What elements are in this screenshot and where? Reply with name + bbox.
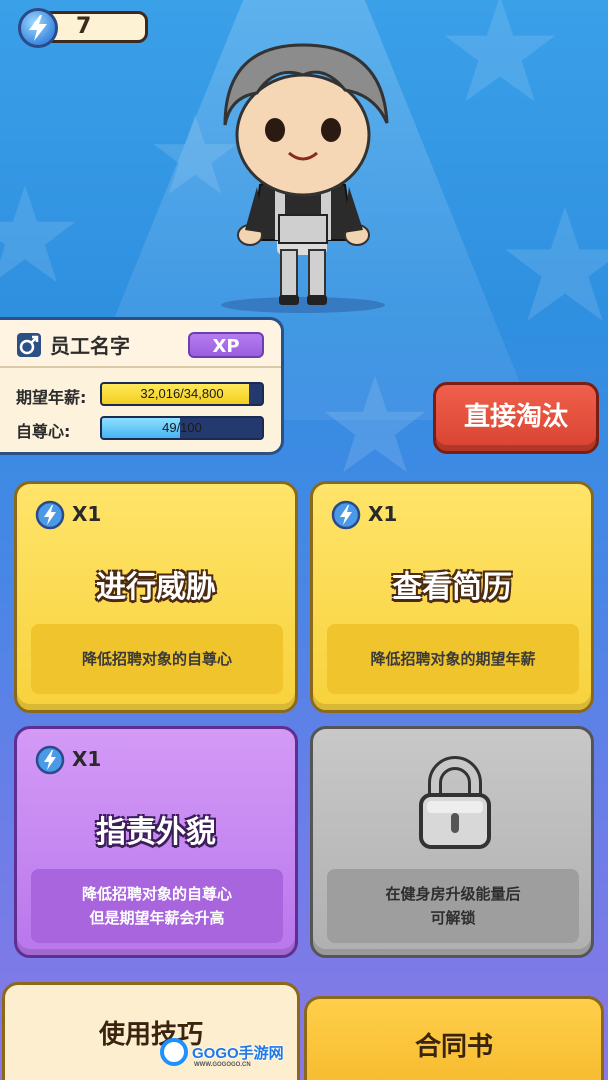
card-title: 指责外貌 [96, 815, 216, 850]
watermark-icon [160, 1038, 188, 1066]
energy-cost: X1 [72, 747, 102, 771]
tab-contract[interactable]: 合同书 [304, 996, 604, 1080]
salary-value: 32,016/34,800 [140, 386, 224, 401]
description-line: 在健身房升级能量后 [385, 885, 521, 903]
background-star [444, 0, 556, 102]
locked-card[interactable]: 在健身房升级能量后 可解锁 [310, 726, 594, 958]
energy-icon [35, 500, 65, 530]
description-line: 但是期望年薪会升高 [89, 909, 225, 927]
card-description: 降低招聘对象的期望年薪 [327, 624, 579, 694]
watermark-text: GOGO手游网 [192, 1045, 284, 1062]
esteem-value: 49/100 [162, 420, 202, 435]
background-star [505, 206, 608, 321]
background-star [0, 185, 76, 283]
view-resume-card[interactable]: X1 查看简历 降低招聘对象的期望年薪 [310, 481, 594, 713]
card-description: 降低招聘对象的自尊心 [31, 624, 283, 694]
salary-bar: 32,016/34,800 [100, 382, 264, 406]
employee-name: 员工名字 [50, 334, 130, 358]
esteem-bar: 49/100 [100, 416, 264, 440]
employee-character [221, 43, 389, 313]
employee-info-card: 员工名字 XP 期望年薪: 32,016/34,800 自尊心: 49/100 [0, 317, 284, 455]
card-title: 进行威胁 [96, 570, 216, 605]
salary-label: 期望年薪: [16, 388, 87, 407]
watermark-subtext: WWW.GOGOGO.CN [194, 1062, 251, 1068]
background-star [324, 375, 426, 473]
energy-counter: 7 [18, 8, 148, 48]
description-line: 降低招聘对象的期望年薪 [370, 650, 536, 668]
energy-icon [331, 500, 361, 530]
description-line: 降低招聘对象的自尊心 [81, 885, 232, 903]
description-line: 降低招聘对象的自尊心 [81, 650, 232, 668]
energy-cost: X1 [368, 502, 398, 526]
eliminate-button[interactable]: 直接淘汰 [433, 382, 599, 454]
lock-icon [419, 756, 491, 849]
threaten-card[interactable]: X1 进行威胁 降低招聘对象的自尊心 [14, 481, 298, 713]
criticize-appearance-card[interactable]: X1 指责外貌 降低招聘对象的自尊心 但是期望年薪会升高 [14, 726, 298, 958]
description-line: 可解锁 [430, 909, 476, 927]
male-icon [17, 333, 41, 357]
energy-icon [35, 745, 65, 775]
card-description: 降低招聘对象的自尊心 但是期望年薪会升高 [31, 869, 283, 943]
card-title: 查看简历 [392, 570, 512, 605]
xp-badge: XP [188, 332, 264, 358]
energy-value: 7 [76, 14, 92, 39]
card-description: 在健身房升级能量后 可解锁 [327, 869, 579, 943]
watermark-logo: GOGO手游网 WWW.GOGOGO.CN [160, 1036, 290, 1076]
energy-cost: X1 [72, 502, 102, 526]
esteem-label: 自尊心: [16, 422, 71, 441]
employee-header: 员工名字 XP [0, 320, 281, 368]
energy-icon [18, 8, 58, 48]
